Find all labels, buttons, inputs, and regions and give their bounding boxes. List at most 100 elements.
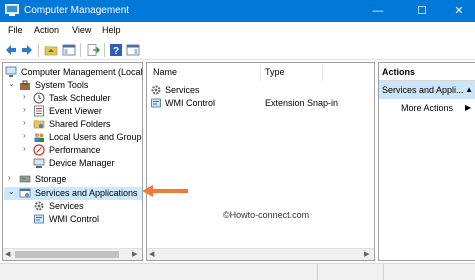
users-icon bbox=[34, 133, 44, 142]
list-item-services[interactable]: Services bbox=[147, 84, 374, 97]
scroll-left-icon[interactable]: ◀ bbox=[149, 250, 154, 258]
performance-icon bbox=[33, 144, 45, 156]
status-divider bbox=[383, 264, 384, 280]
console-tree: Computer Management (Local ⌄ System Tool… bbox=[2, 62, 143, 261]
gear-icon bbox=[34, 201, 44, 211]
actions-section-services-and-applications[interactable]: Services and Appli... ▲ bbox=[379, 81, 475, 99]
show-hide-tree-icon[interactable] bbox=[62, 43, 76, 57]
tree-item-wmi-control[interactable]: WMI Control bbox=[5, 213, 142, 226]
column-divider[interactable] bbox=[322, 65, 323, 81]
actions-pane: Actions Services and Appli... ▲ More Act… bbox=[378, 62, 475, 261]
back-icon[interactable] bbox=[4, 43, 18, 57]
list-item-wmi-control[interactable]: WMI Control Extension Snap-in bbox=[147, 97, 374, 110]
column-divider[interactable] bbox=[260, 65, 261, 81]
tree-item-local-users-and-groups[interactable]: › Local Users and Groups bbox=[5, 131, 143, 144]
column-header-name[interactable]: Name bbox=[153, 63, 177, 81]
tree-item-label: Task Scheduler bbox=[49, 93, 111, 103]
collapse-chevron-icon[interactable]: ⌄ bbox=[8, 79, 16, 91]
tree-item-services[interactable]: Services bbox=[5, 200, 142, 213]
results-pane: Name Type Services WMI Control Extension… bbox=[146, 62, 375, 261]
tree-item-label: Event Viewer bbox=[49, 106, 102, 116]
computer-management-icon bbox=[5, 66, 17, 77]
tree-item-label: Local Users and Groups bbox=[49, 132, 143, 142]
export-list-icon[interactable] bbox=[86, 43, 100, 57]
title-bar: Computer Management — ☐ ✕ bbox=[0, 0, 475, 22]
more-actions-item[interactable]: More Actions ▶ bbox=[401, 101, 471, 115]
storage-icon bbox=[19, 175, 31, 183]
toolbar-separator bbox=[80, 43, 81, 57]
window-title: Computer Management bbox=[24, 5, 130, 16]
system-tools-icon bbox=[20, 80, 30, 90]
toolbar-separator bbox=[38, 43, 39, 57]
tree-item-computer-management[interactable]: Computer Management (Local bbox=[5, 66, 143, 79]
tree-item-services-and-applications[interactable]: ⌄ Services and Applications bbox=[5, 187, 142, 200]
tree-item-label: Services bbox=[49, 201, 84, 211]
list-item-type: Extension Snap-in bbox=[265, 98, 339, 108]
tree-item-label: Device Manager bbox=[49, 158, 115, 168]
tree-item-label: Shared Folders bbox=[49, 119, 111, 129]
menu-action[interactable]: Action bbox=[34, 25, 59, 35]
toolbar: ? bbox=[0, 40, 475, 60]
computer-management-icon bbox=[5, 4, 19, 16]
menu-help[interactable]: Help bbox=[102, 25, 121, 35]
wmi-icon bbox=[34, 214, 44, 224]
folder-up-icon[interactable] bbox=[44, 43, 58, 57]
tree-item-system-tools[interactable]: ⌄ System Tools bbox=[5, 79, 142, 92]
tree-item-shared-folders[interactable]: › Shared Folders bbox=[5, 118, 142, 131]
maximize-button[interactable]: ☐ bbox=[403, 0, 441, 22]
list-item-name: Services bbox=[165, 85, 200, 95]
actions-header: Actions bbox=[379, 63, 475, 81]
tree-item-label: Services and Applications bbox=[35, 188, 138, 198]
status-bar bbox=[0, 263, 475, 280]
tree-item-event-viewer[interactable]: › Event Viewer bbox=[5, 105, 142, 118]
gear-icon bbox=[151, 85, 161, 95]
submenu-arrow-icon: ▶ bbox=[465, 103, 472, 112]
wmi-icon bbox=[151, 98, 161, 108]
svg-text:?: ? bbox=[113, 46, 119, 57]
clock-icon bbox=[33, 92, 45, 104]
menu-file[interactable]: File bbox=[8, 25, 23, 35]
help-icon[interactable]: ? bbox=[109, 43, 123, 57]
minimize-button[interactable]: — bbox=[359, 0, 397, 22]
menu-view[interactable]: View bbox=[72, 25, 91, 35]
tree-item-device-manager[interactable]: Device Manager bbox=[5, 157, 142, 170]
tree-horizontal-scrollbar[interactable]: ◀ ▶ bbox=[3, 248, 142, 260]
tree-item-task-scheduler[interactable]: › Task Scheduler bbox=[5, 92, 142, 105]
tree-item-label: Computer Management (Local bbox=[21, 67, 143, 77]
actions-section-label: Services and Appli... bbox=[382, 85, 464, 95]
expand-chevron-icon[interactable]: › bbox=[8, 173, 16, 185]
scroll-right-icon[interactable]: ▶ bbox=[132, 250, 137, 258]
scrollbar-thumb[interactable] bbox=[15, 251, 119, 258]
status-divider bbox=[317, 264, 318, 280]
services-apps-icon bbox=[19, 188, 31, 198]
scroll-left-icon[interactable]: ◀ bbox=[5, 250, 10, 258]
expand-chevron-icon[interactable]: › bbox=[23, 92, 31, 104]
show-hide-action-pane-icon[interactable] bbox=[126, 43, 140, 57]
column-header-type[interactable]: Type bbox=[265, 63, 285, 81]
device-manager-icon bbox=[33, 158, 45, 168]
list-item-name: WMI Control bbox=[165, 98, 216, 108]
tree-item-storage[interactable]: › Storage bbox=[5, 173, 142, 186]
toolbar-separator bbox=[104, 43, 105, 57]
expand-chevron-icon[interactable]: › bbox=[23, 144, 31, 156]
more-actions-label: More Actions bbox=[401, 103, 454, 113]
tree-item-label: WMI Control bbox=[49, 214, 100, 224]
shared-folder-icon bbox=[33, 120, 45, 129]
tree-item-label: Performance bbox=[49, 145, 101, 155]
close-button[interactable]: ✕ bbox=[440, 0, 475, 22]
watermark: ©Howto-connect.com bbox=[223, 210, 310, 220]
menu-bar: File Action View Help bbox=[0, 22, 475, 40]
expand-chevron-icon[interactable]: › bbox=[23, 131, 31, 143]
tree-item-label: Storage bbox=[35, 174, 67, 184]
collapse-triangle-icon[interactable]: ▲ bbox=[465, 81, 473, 99]
results-horizontal-scrollbar[interactable]: ◀ ▶ bbox=[147, 248, 374, 260]
scroll-right-icon[interactable]: ▶ bbox=[364, 250, 369, 258]
collapse-chevron-icon[interactable]: ⌄ bbox=[8, 187, 16, 199]
expand-chevron-icon[interactable]: › bbox=[23, 118, 31, 130]
forward-icon[interactable] bbox=[20, 43, 34, 57]
expand-chevron-icon[interactable]: › bbox=[23, 105, 31, 117]
event-viewer-icon bbox=[34, 105, 44, 117]
tree-item-performance[interactable]: › Performance bbox=[5, 144, 142, 157]
tree-item-label: System Tools bbox=[35, 80, 89, 90]
annotation-arrow-icon bbox=[142, 185, 188, 197]
